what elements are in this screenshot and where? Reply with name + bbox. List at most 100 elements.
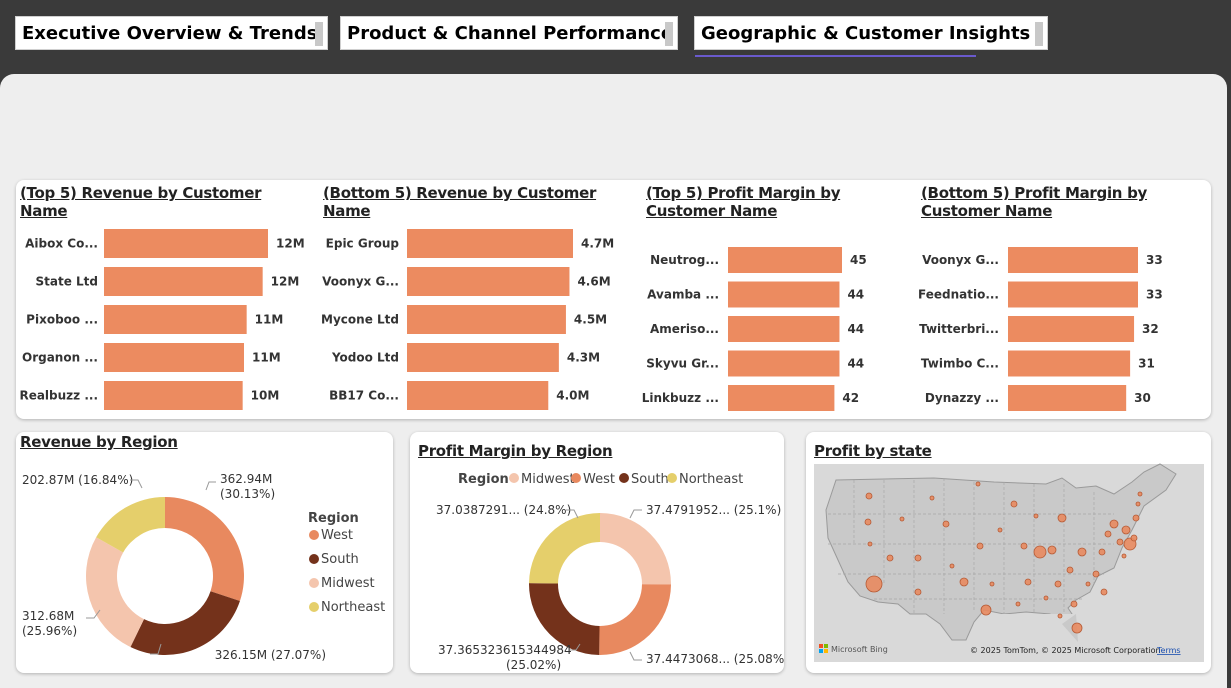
state-profit-bubble[interactable] <box>886 554 894 562</box>
state-profit-bubble[interactable] <box>975 481 981 487</box>
legend-item-west[interactable]: West <box>583 472 615 487</box>
profit-by-state-map[interactable]: Microsoft Bing © 2025 TomTom, © 2025 Mic… <box>806 432 1211 673</box>
state-profit-bubble[interactable] <box>1085 581 1091 587</box>
state-profit-bubble[interactable] <box>1092 570 1100 578</box>
state-profit-bubble[interactable] <box>1057 513 1067 523</box>
state-profit-bubble[interactable] <box>949 563 955 569</box>
state-profit-bubble[interactable] <box>1015 601 1021 607</box>
state-profit-bubble[interactable] <box>1054 580 1062 588</box>
customer-bar-charts-card: Aibox Co... 12M State Ltd 12M Pixoboo ... 11M… <box>16 180 1211 419</box>
bar[interactable] <box>728 281 840 308</box>
state-profit-bubble[interactable] <box>1043 595 1049 601</box>
state-profit-bubble[interactable] <box>1077 547 1087 557</box>
state-profit-bubble[interactable] <box>1137 491 1143 497</box>
profit-margin-by-region-card: Profit Margin by Region 37.4791952... (2… <box>410 432 789 673</box>
legend-title: Region <box>308 511 359 526</box>
bar[interactable] <box>407 229 573 258</box>
donut-slice-west[interactable] <box>599 584 671 655</box>
bar[interactable] <box>407 381 549 410</box>
bar-value-label: 44 <box>847 322 864 336</box>
profit-margin-by-region-donut[interactable]: 37.4791952... (25.1%) 37.4473068... (25.0… <box>410 432 789 673</box>
state-profit-bubble[interactable] <box>865 575 883 593</box>
revenue-by-region-donut[interactable]: 362.94M(30.13%) 326.15M (27.07%) 312.68M(2… <box>16 432 393 673</box>
bar[interactable] <box>728 385 835 411</box>
state-profit-bubble[interactable] <box>1132 514 1140 522</box>
bar[interactable] <box>1008 247 1138 273</box>
legend-item-midwest[interactable]: Midwest <box>321 576 375 591</box>
bar[interactable] <box>104 343 244 372</box>
bar[interactable] <box>407 305 566 334</box>
state-profit-bubble[interactable] <box>997 527 1003 533</box>
tab-geographic-customer[interactable]: Geographic & Customer Insights <box>694 16 1048 50</box>
state-profit-bubble[interactable] <box>1033 545 1047 559</box>
tab-executive-overview[interactable]: Executive Overview & Trends <box>15 16 328 50</box>
state-profit-bubble[interactable] <box>1033 513 1039 519</box>
legend-marker <box>309 578 319 588</box>
bar[interactable] <box>1008 350 1131 377</box>
bar-category-label: Mycone Ltd <box>321 313 399 327</box>
state-profit-bubble[interactable] <box>1010 500 1018 508</box>
bar[interactable] <box>728 350 840 377</box>
bar[interactable] <box>104 381 243 410</box>
state-profit-bubble[interactable] <box>914 554 922 562</box>
bar[interactable] <box>104 229 268 258</box>
bar[interactable] <box>104 305 247 334</box>
state-profit-bubble[interactable] <box>1109 519 1119 529</box>
state-profit-bubble[interactable] <box>1130 534 1138 542</box>
bar[interactable] <box>1008 281 1138 308</box>
state-profit-bubble[interactable] <box>989 581 995 587</box>
state-profit-bubble[interactable] <box>867 541 873 547</box>
legend-marker <box>309 530 319 540</box>
profit-by-state-card: Profit by state Microsoft Bing © 2025 To… <box>806 432 1211 673</box>
legend-item-midwest[interactable]: Midwest <box>521 472 575 487</box>
donut-slice-northeast[interactable] <box>529 513 600 584</box>
donut-slice-midwest[interactable] <box>85 537 145 648</box>
bar[interactable] <box>728 247 842 273</box>
state-profit-bubble[interactable] <box>1135 501 1141 507</box>
donut-slice-west[interactable] <box>165 497 244 602</box>
bar[interactable] <box>728 316 840 342</box>
state-profit-bubble[interactable] <box>929 495 935 501</box>
legend-item-west[interactable]: West <box>321 528 353 543</box>
state-profit-bubble[interactable] <box>899 516 905 522</box>
chart-title-bottom5-revenue: (Bottom 5) Revenue by Customer Name <box>323 184 597 220</box>
state-profit-bubble[interactable] <box>1121 525 1131 535</box>
state-profit-bubble[interactable] <box>976 542 984 550</box>
legend-item-south[interactable]: South <box>631 472 669 487</box>
legend-item-northeast[interactable]: Northeast <box>679 472 743 487</box>
state-profit-bubble[interactable] <box>864 518 872 526</box>
map-terms-link[interactable]: Terms <box>1156 646 1181 655</box>
state-profit-bubble[interactable] <box>1020 542 1028 550</box>
chart-title-profit-state: Profit by state <box>814 442 932 460</box>
state-profit-bubble[interactable] <box>959 577 969 587</box>
state-profit-bubble[interactable] <box>914 588 922 596</box>
tab-product-channel[interactable]: Product & Channel Performance <box>340 16 678 50</box>
legend-item-northeast[interactable]: Northeast <box>321 600 385 615</box>
legend-title: Region <box>458 472 509 487</box>
state-profit-bubble[interactable] <box>1047 545 1057 555</box>
state-profit-bubble[interactable] <box>942 520 950 528</box>
tab-grip <box>1035 22 1043 46</box>
state-profit-bubble[interactable] <box>1100 588 1108 596</box>
bing-label: Microsoft Bing <box>831 645 888 654</box>
state-profit-bubble[interactable] <box>980 604 992 616</box>
legend-item-south[interactable]: South <box>321 552 359 567</box>
state-profit-bubble[interactable] <box>865 492 873 500</box>
state-profit-bubble[interactable] <box>1071 622 1083 634</box>
donut-slice-midwest[interactable] <box>600 513 671 585</box>
state-profit-bubble[interactable] <box>1104 530 1112 538</box>
bar-category-label: Aibox Co... <box>25 237 98 251</box>
state-profit-bubble[interactable] <box>1121 553 1127 559</box>
bar[interactable] <box>407 343 559 372</box>
state-profit-bubble[interactable] <box>1116 538 1124 546</box>
donut-slice-south[interactable] <box>130 591 240 655</box>
bar[interactable] <box>1008 316 1135 342</box>
bar[interactable] <box>104 267 263 296</box>
state-profit-bubble[interactable] <box>1024 578 1032 586</box>
state-profit-bubble[interactable] <box>1066 566 1074 574</box>
bar[interactable] <box>407 267 570 296</box>
state-profit-bubble[interactable] <box>1070 600 1078 608</box>
state-profit-bubble[interactable] <box>1057 613 1063 619</box>
bar[interactable] <box>1008 385 1127 411</box>
state-profit-bubble[interactable] <box>1098 548 1106 556</box>
